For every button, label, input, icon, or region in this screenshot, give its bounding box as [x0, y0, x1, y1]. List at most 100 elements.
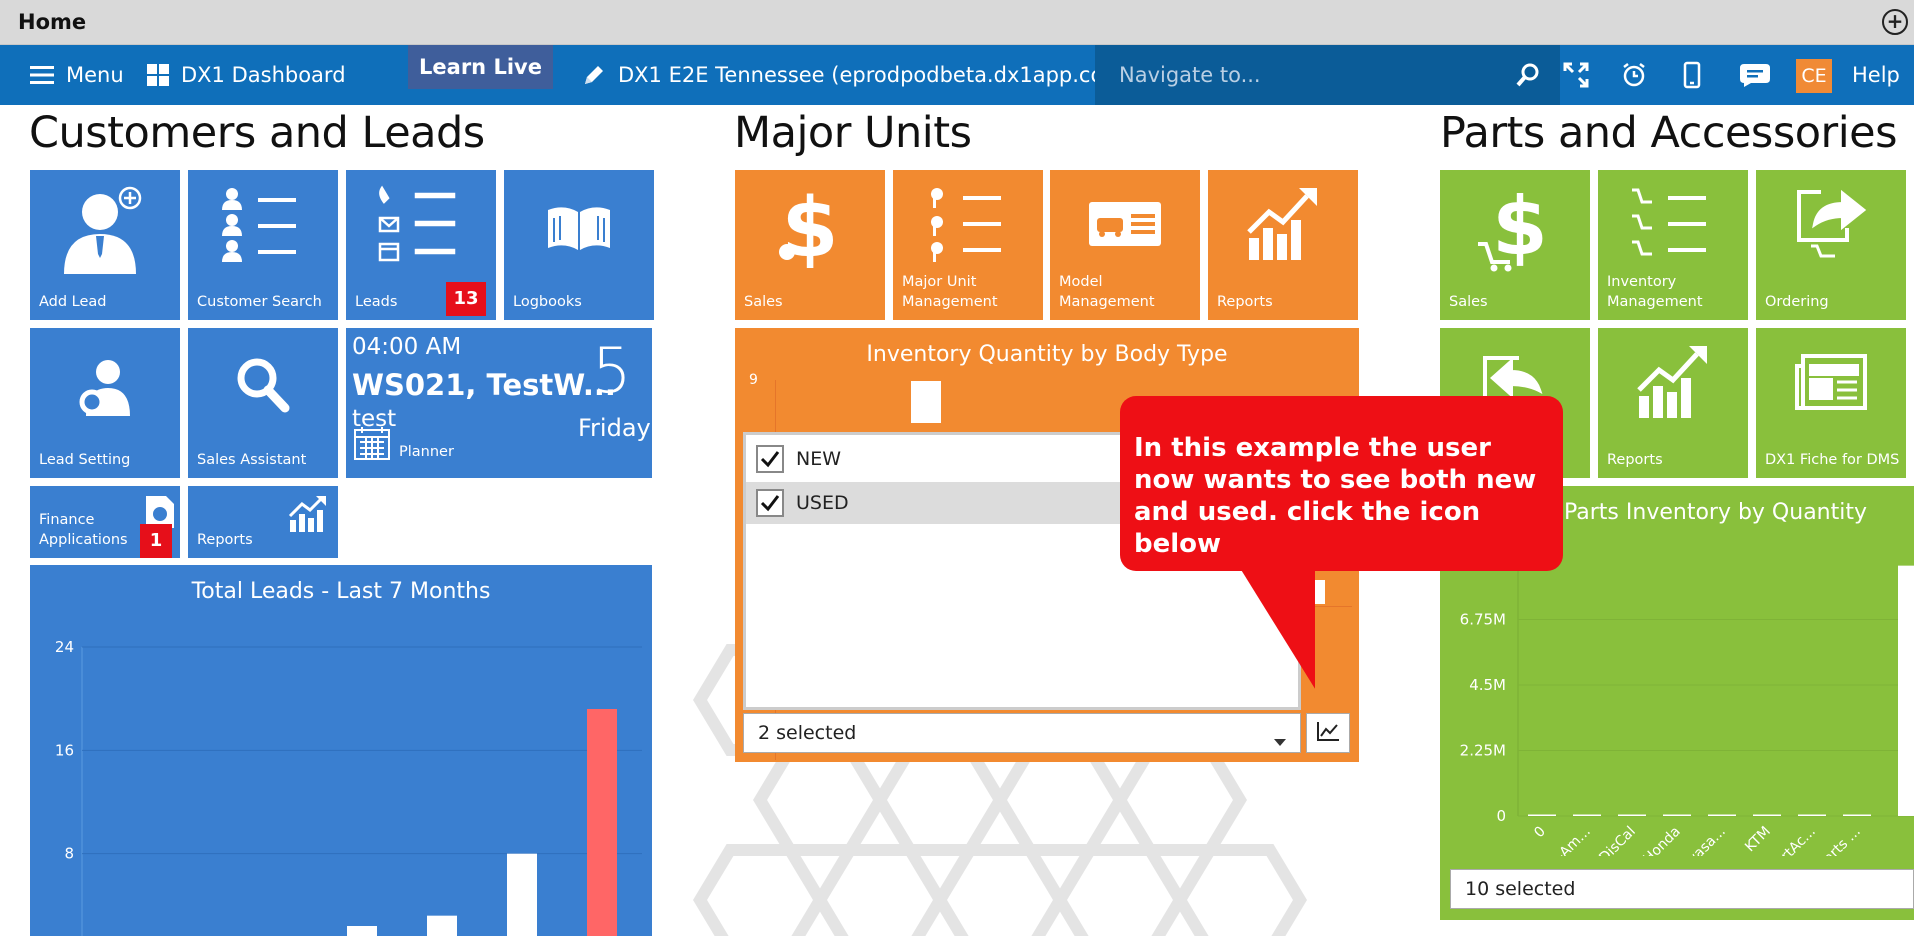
tile-label: Reports	[1607, 452, 1663, 468]
checkbox-used[interactable]	[756, 489, 784, 517]
tile-label: Inventory Management	[1607, 274, 1703, 310]
tile-major-unit-sales[interactable]: $ Sales	[735, 170, 885, 320]
help-link[interactable]: Help	[1852, 45, 1900, 105]
planner-weekday: Friday	[578, 414, 651, 442]
leads-y-tick-label: 8	[64, 845, 74, 863]
parts-bar	[1573, 814, 1601, 816]
contact-list-icon	[346, 184, 496, 264]
leads-bar	[427, 915, 457, 936]
tile-parts-sales[interactable]: $ Sales	[1440, 170, 1590, 320]
planner-time: 04:00 AM	[352, 334, 462, 360]
dealer-selector[interactable]: DX1 E2E Tennessee (eprodpodbeta.dx1app.c…	[582, 45, 1132, 105]
user-avatar[interactable]: CE	[1796, 59, 1832, 93]
newspaper-icon	[1756, 352, 1906, 412]
major-units-section-title: Major Units	[734, 108, 972, 158]
tile-major-unit-management[interactable]: Major Unit Management	[893, 170, 1043, 320]
tile-parts-reports[interactable]: Reports	[1598, 328, 1748, 478]
parts-x-tick-label: Honda	[1640, 824, 1683, 856]
tile-add-lead[interactable]: Add Lead	[30, 170, 180, 320]
search-icon[interactable]	[1516, 63, 1540, 92]
dashboard-label: DX1 Dashboard	[181, 63, 346, 87]
tile-major-unit-reports[interactable]: Reports	[1208, 170, 1358, 320]
ordering-icon	[1756, 184, 1906, 264]
tile-label: Logbooks	[513, 294, 582, 310]
hamburger-icon	[30, 65, 54, 85]
chart-up-icon	[1598, 342, 1748, 422]
chat-icon[interactable]	[1726, 45, 1784, 105]
tile-logbooks[interactable]: Logbooks	[504, 170, 654, 320]
tile-parts-inventory[interactable]: Inventory Management	[1598, 170, 1748, 320]
parts-x-tick-label: KTM	[1742, 824, 1774, 856]
parts-x-tick-label: DisCal	[1596, 824, 1639, 856]
body-type-select[interactable]: 2 selected	[743, 713, 1301, 753]
menu-label: Menu	[66, 63, 124, 87]
dollar-cart-icon: $	[1440, 184, 1590, 274]
tile-label: Add Lead	[39, 294, 107, 310]
calendar-icon	[354, 426, 390, 464]
navigate-search-input[interactable]: Navigate to...	[1095, 45, 1560, 105]
tile-label: Finance Applications	[39, 512, 128, 548]
parts-x-tick-label: PartAc...	[1766, 824, 1818, 856]
add-tab-icon[interactable]: +	[1882, 9, 1908, 35]
parts-make-select[interactable]: 10 selected	[1450, 869, 1914, 909]
leads-y-tick-label: 24	[55, 638, 74, 656]
leads-bar	[587, 709, 617, 936]
select-value: 10 selected	[1465, 878, 1576, 900]
tile-label: Sales Assistant	[197, 452, 307, 468]
dashboard-button[interactable]: DX1 Dashboard	[147, 45, 346, 105]
mobile-icon[interactable]	[1663, 45, 1721, 105]
grid-icon	[147, 64, 169, 86]
menu-button[interactable]: Menu	[30, 45, 124, 105]
alarm-icon[interactable]	[1605, 45, 1663, 105]
tile-parts-ordering[interactable]: Ordering	[1756, 170, 1906, 320]
tile-customer-reports[interactable]: Reports	[188, 486, 338, 558]
tile-model-management[interactable]: Model Management	[1050, 170, 1200, 320]
page-title: Home	[18, 10, 87, 34]
tile-finance-applications[interactable]: Finance Applications 1	[30, 486, 180, 558]
dollar-key-icon: $	[735, 184, 885, 274]
leads-bar	[507, 853, 537, 936]
svg-text:$: $	[781, 184, 838, 274]
tile-dx1-fiche[interactable]: DX1 Fiche for DMS	[1756, 328, 1906, 478]
tile-label: Reports	[197, 532, 253, 548]
parts-y-tick-label: 4.5M	[1469, 676, 1506, 694]
parts-x-tick-label: Kawasa...	[1670, 824, 1729, 856]
parts-y-tick-label: 0	[1496, 807, 1506, 825]
vehicle-card-icon	[1050, 200, 1200, 250]
planner-customer: WS021, TestW...	[352, 368, 616, 402]
leads-y-tick-label: 16	[55, 741, 74, 759]
tile-planner[interactable]: 04:00 AM WS021, TestW... test 5 Friday P…	[346, 328, 652, 478]
parts-x-tick-label: 0	[1531, 824, 1549, 842]
tile-lead-setting[interactable]: Lead Setting	[30, 328, 180, 478]
chart-up-icon	[288, 496, 328, 536]
line-chart-icon	[1316, 721, 1340, 745]
cart-list-icon	[1598, 184, 1748, 264]
title-bar: Home +	[0, 0, 1914, 45]
instruction-callout: In this example the user now wants to se…	[1120, 396, 1563, 571]
parts-bar	[1843, 814, 1871, 816]
tile-leads[interactable]: Leads 13	[346, 170, 496, 320]
tile-label: Customer Search	[197, 294, 322, 310]
user-list-icon	[188, 184, 338, 264]
planner-label: Planner	[399, 444, 454, 460]
learn-live-button[interactable]: Learn Live	[408, 45, 553, 89]
leads-chart-title: Total Leads - Last 7 Months	[191, 579, 491, 604]
expand-icon[interactable]	[1547, 45, 1605, 105]
tile-label: Sales	[1449, 294, 1488, 310]
parts-bar	[1753, 814, 1781, 816]
leads-chart-panel: Total Leads - Last 7 Months 081624	[30, 565, 652, 936]
magnifier-icon	[188, 356, 338, 416]
leads-bar	[347, 926, 377, 936]
line-chart-toggle-button[interactable]	[1306, 713, 1350, 753]
tile-customer-search[interactable]: Customer Search	[188, 170, 338, 320]
checkbox-new[interactable]	[756, 445, 784, 473]
inventory-chart-title: Inventory Quantity by Body Type	[866, 342, 1228, 367]
tile-sales-assistant[interactable]: Sales Assistant	[188, 328, 338, 478]
parts-chart: 02.25M4.5M6.75M0Can-Am... DisCal HondaKawa…	[1460, 554, 1914, 856]
tile-label: Major Unit Management	[902, 274, 998, 310]
parts-bar	[1618, 814, 1646, 816]
tile-label: Leads	[355, 294, 398, 310]
add-user-icon	[30, 184, 180, 274]
pencil-icon	[582, 63, 606, 87]
parts-bar	[1528, 814, 1556, 816]
